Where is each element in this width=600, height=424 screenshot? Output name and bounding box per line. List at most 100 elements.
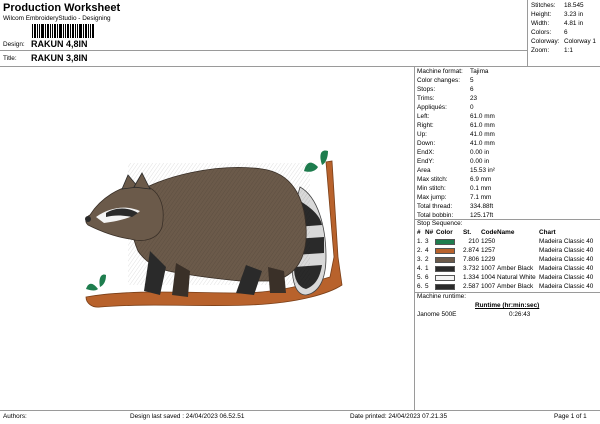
col-st: St. <box>463 229 472 236</box>
needle-number: 6 <box>425 274 429 281</box>
machine-runtime: Machine runtime: Runtime (hr:min:sec) Ja… <box>415 293 600 323</box>
runtime-title: Machine runtime: <box>417 293 467 300</box>
info-value: 6 <box>470 86 474 93</box>
col-num: # <box>417 229 421 236</box>
needle-number: 2 <box>425 256 429 263</box>
needle-number: 1 <box>425 265 429 272</box>
needle-number: 3 <box>425 238 429 245</box>
info-label: Appliqués: <box>417 104 447 111</box>
thread-chart: Madeira Classic 40 <box>539 283 594 290</box>
col-n: N# <box>425 229 434 236</box>
stop-sequence-title: Stop Sequence: <box>417 220 463 227</box>
info-label: Color changes: <box>417 77 460 84</box>
col-name: Name <box>497 229 515 236</box>
info-label: Area <box>417 167 431 174</box>
stitch-count: 1.334 <box>463 274 479 281</box>
info-value: Tajima <box>470 68 489 75</box>
info-label: Down: <box>417 140 436 147</box>
stitch-count: 2.587 <box>463 283 479 290</box>
summary-row: Colors: <box>531 29 552 36</box>
needle-number: 5 <box>425 283 429 290</box>
stitch-count: 2.874 <box>463 247 479 254</box>
barcode <box>32 24 95 38</box>
summary-row: Height: <box>531 11 552 18</box>
stop-sequence-row: 5. 6 1.334 1004 Natural White Madeira Classic… <box>415 274 599 283</box>
runtime-machine: Janome 500E <box>417 311 457 318</box>
summary-box: Stitches: 18.545 Height: 3.23 in Width: … <box>528 0 600 66</box>
footer: Authors: Design last saved : 24/04/2023 … <box>0 411 600 424</box>
summary-value: 1:1 <box>564 47 573 54</box>
title-value: RAKUN 3,8IN <box>31 53 88 63</box>
summary-value: 3.23 in <box>564 11 584 18</box>
header: Production Worksheet Wilcom EmbroiderySt… <box>0 0 527 66</box>
info-label: Up: <box>417 131 427 138</box>
thread-chart: Madeira Classic 40 <box>539 238 594 245</box>
info-value: 6.9 mm <box>470 176 492 183</box>
info-label: Min stitch: <box>417 185 446 192</box>
summary-row: Width: <box>531 20 550 27</box>
info-label: Stops: <box>417 86 436 93</box>
stop-sequence: Stop Sequence: # N# Color St. Code Name … <box>415 220 600 292</box>
thread-chart: Madeira Classic 40 <box>539 265 594 272</box>
summary-row: Stitches: <box>531 2 556 9</box>
thread-chart: Madeira Classic 40 <box>539 274 594 281</box>
info-value: 41.0 mm <box>470 140 495 147</box>
summary-value: Colorway 1 <box>564 38 596 45</box>
footer-page: Page 1 of 1 <box>554 413 587 420</box>
info-label: Machine format: <box>417 68 463 75</box>
summary-value: 6 <box>564 29 568 36</box>
machine-info-panel: Machine format: Tajima Color changes: 5 … <box>415 67 600 219</box>
thread-code: 1007 <box>481 265 496 272</box>
design-label: Design: <box>3 41 25 48</box>
stop-number: 6. <box>417 283 423 290</box>
runtime-column-header: Runtime (hr:min:sec) <box>475 302 540 309</box>
color-swatch <box>435 266 455 272</box>
stop-sequence-row: 6. 5 2.587 1007 Amber Black Madeira Classic 4… <box>415 283 599 292</box>
info-value: 23 <box>470 95 478 102</box>
col-chart: Chart <box>539 229 556 236</box>
page-title: Production Worksheet <box>3 2 121 14</box>
color-swatch <box>435 239 455 245</box>
footer-last-saved: Design last saved : 24/04/2023 06.52.51 <box>130 413 245 420</box>
info-value: 0.00 in <box>470 149 490 156</box>
color-swatch <box>435 284 455 290</box>
info-value: 334.88ft <box>470 203 494 210</box>
info-value: 5 <box>470 77 474 84</box>
design-preview <box>0 67 414 410</box>
summary-row: Zoom: <box>531 47 550 54</box>
thread-code: 1250 <box>481 238 496 245</box>
color-swatch <box>435 257 455 263</box>
col-code: Code <box>481 229 497 236</box>
raccoon-embroidery-image <box>85 150 343 308</box>
summary-value: 4.81 in <box>564 20 584 27</box>
info-value: 0 <box>470 104 474 111</box>
info-value: 61.0 mm <box>470 122 495 129</box>
needle-number: 4 <box>425 247 429 254</box>
info-value: 61.0 mm <box>470 113 495 120</box>
stitch-count: 7.806 <box>463 256 479 263</box>
thread-code: 1007 <box>481 283 496 290</box>
stop-number: 2. <box>417 247 423 254</box>
thread-chart: Madeira Classic 40 <box>539 247 594 254</box>
summary-row: Colorway: <box>531 38 560 45</box>
info-label: Total thread: <box>417 203 453 210</box>
thread-code: 1257 <box>481 247 496 254</box>
stop-number: 4. <box>417 265 423 272</box>
info-label: EndX: <box>417 149 435 156</box>
info-label: EndY: <box>417 158 435 165</box>
info-value: 7.1 mm <box>470 194 492 201</box>
summary-value: 18.545 <box>564 2 584 9</box>
stop-sequence-row: 3. 2 7.806 1229 Madeira Classic 40 <box>415 256 599 265</box>
info-label: Max stitch: <box>417 176 448 183</box>
info-value: 0.00 in <box>470 158 490 165</box>
thread-chart: Madeira Classic 40 <box>539 256 594 263</box>
title-label: Title: <box>3 55 17 62</box>
stop-sequence-header: # N# Color St. Code Name Chart <box>415 229 600 238</box>
info-value: 0.1 mm <box>470 185 492 192</box>
info-value: 41.0 mm <box>470 131 495 138</box>
thread-name: Amber Black <box>497 283 534 290</box>
stop-sequence-row: 1. 3 210 1250 Madeira Classic 40 <box>415 238 599 247</box>
info-label: Trims: <box>417 95 435 102</box>
stop-sequence-row: 2. 4 2.874 1257 Madeira Classic 40 <box>415 247 599 256</box>
footer-printed: Date printed: 24/04/2023 07.21.35 <box>350 413 448 420</box>
